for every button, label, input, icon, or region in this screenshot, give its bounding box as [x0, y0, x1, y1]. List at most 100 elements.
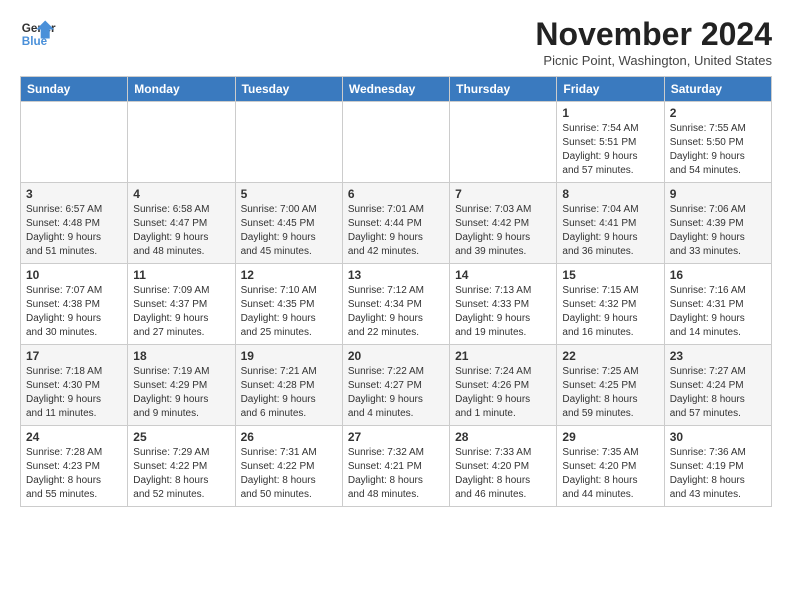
cell-w4-d7: 23Sunrise: 7:27 AM Sunset: 4:24 PM Dayli…: [664, 345, 771, 426]
day-number: 20: [348, 349, 444, 363]
day-detail: Sunrise: 7:25 AM Sunset: 4:25 PM Dayligh…: [562, 365, 658, 421]
col-monday: Monday: [128, 77, 235, 102]
day-detail: Sunrise: 7:16 AM Sunset: 4:31 PM Dayligh…: [670, 284, 766, 340]
week-row-3: 10Sunrise: 7:07 AM Sunset: 4:38 PM Dayli…: [21, 264, 772, 345]
day-number: 15: [562, 268, 658, 282]
day-number: 18: [133, 349, 229, 363]
cell-w2-d7: 9 Sunrise: 7:06 AM Sunset: 4:39 PM Daylig…: [664, 183, 771, 264]
cell-w4-d1: 17 Sunrise: 7:18 AM Sunset: 4:30 PM Dayli…: [21, 345, 128, 426]
cell-w4-d5: 21 Sunrise: 7:24 AM Sunset: 4:26 PM Dayli…: [450, 345, 557, 426]
cell-w1-d4: [342, 102, 449, 183]
day-detail: Sunrise: 7:00 AM Sunset: 4:45 PM Dayligh…: [241, 203, 337, 259]
week-row-5: 24 Sunrise: 7:28 AM Sunset: 4:23 PM Dayli…: [21, 426, 772, 507]
cell-w4-d2: 18 Sunrise: 7:19 AM Sunset: 4:29 PM Dayli…: [128, 345, 235, 426]
day-number: 12: [241, 268, 337, 282]
day-number: 3: [26, 187, 122, 201]
cell-w1-d2: [128, 102, 235, 183]
day-detail: Sunrise: 7:36 AM Sunset: 4:19 PM Dayligh…: [670, 446, 766, 502]
day-number: 26: [241, 430, 337, 444]
cell-w4-d6: 22 Sunrise: 7:25 AM Sunset: 4:25 PM Dayli…: [557, 345, 664, 426]
day-detail: Sunrise: 7:13 AM Sunset: 4:33 PM Dayligh…: [455, 284, 551, 340]
cell-w2-d5: 7 Sunrise: 7:03 AM Sunset: 4:42 PM Daylig…: [450, 183, 557, 264]
day-number: 17: [26, 349, 122, 363]
day-detail: Sunrise: 7:31 AM Sunset: 4:22 PM Dayligh…: [241, 446, 337, 502]
day-number: 5: [241, 187, 337, 201]
header-row: Sunday Monday Tuesday Wednesday Thursday…: [21, 77, 772, 102]
calendar-table: Sunday Monday Tuesday Wednesday Thursday…: [20, 76, 772, 507]
title-area: November 2024 Picnic Point, Washington, …: [535, 16, 772, 68]
col-wednesday: Wednesday: [342, 77, 449, 102]
day-number: 1: [562, 106, 658, 120]
cell-w3-d2: 11 Sunrise: 7:09 AM Sunset: 4:37 PM Dayli…: [128, 264, 235, 345]
month-title: November 2024: [535, 16, 772, 53]
day-detail: Sunrise: 7:29 AM Sunset: 4:22 PM Dayligh…: [133, 446, 229, 502]
week-row-2: 3 Sunrise: 6:57 AM Sunset: 4:48 PM Daylig…: [21, 183, 772, 264]
day-number: 24: [26, 430, 122, 444]
cell-w5-d1: 24 Sunrise: 7:28 AM Sunset: 4:23 PM Dayli…: [21, 426, 128, 507]
cell-w2-d4: 6 Sunrise: 7:01 AM Sunset: 4:44 PM Daylig…: [342, 183, 449, 264]
day-detail: Sunrise: 7:15 AM Sunset: 4:32 PM Dayligh…: [562, 284, 658, 340]
day-number: 29: [562, 430, 658, 444]
day-number: 2: [670, 106, 766, 120]
day-number: 8: [562, 187, 658, 201]
day-detail: Sunrise: 7:55 AM Sunset: 5:50 PM Dayligh…: [670, 122, 766, 178]
cell-w2-d1: 3 Sunrise: 6:57 AM Sunset: 4:48 PM Daylig…: [21, 183, 128, 264]
day-number: 21: [455, 349, 551, 363]
page: General Blue November 2024 Picnic Point,…: [0, 0, 792, 517]
day-detail: Sunrise: 7:33 AM Sunset: 4:20 PM Dayligh…: [455, 446, 551, 502]
day-number: 22: [562, 349, 658, 363]
cell-w3-d3: 12 Sunrise: 7:10 AM Sunset: 4:35 PM Dayli…: [235, 264, 342, 345]
cell-w5-d5: 28 Sunrise: 7:33 AM Sunset: 4:20 PM Dayli…: [450, 426, 557, 507]
day-detail: Sunrise: 7:19 AM Sunset: 4:29 PM Dayligh…: [133, 365, 229, 421]
cell-w2-d3: 5 Sunrise: 7:00 AM Sunset: 4:45 PM Daylig…: [235, 183, 342, 264]
week-row-4: 17 Sunrise: 7:18 AM Sunset: 4:30 PM Dayli…: [21, 345, 772, 426]
day-number: 6: [348, 187, 444, 201]
location: Picnic Point, Washington, United States: [535, 53, 772, 68]
day-detail: Sunrise: 7:09 AM Sunset: 4:37 PM Dayligh…: [133, 284, 229, 340]
logo: General Blue: [20, 16, 56, 52]
cell-w1-d7: 2 Sunrise: 7:55 AM Sunset: 5:50 PM Daylig…: [664, 102, 771, 183]
day-detail: Sunrise: 7:22 AM Sunset: 4:27 PM Dayligh…: [348, 365, 444, 421]
day-number: 28: [455, 430, 551, 444]
cell-w5-d4: 27Sunrise: 7:32 AM Sunset: 4:21 PM Dayli…: [342, 426, 449, 507]
week-row-1: 1Sunrise: 7:54 AM Sunset: 5:51 PM Daylig…: [21, 102, 772, 183]
day-number: 11: [133, 268, 229, 282]
day-number: 25: [133, 430, 229, 444]
day-number: 14: [455, 268, 551, 282]
day-number: 9: [670, 187, 766, 201]
col-friday: Friday: [557, 77, 664, 102]
cell-w1-d6: 1Sunrise: 7:54 AM Sunset: 5:51 PM Daylig…: [557, 102, 664, 183]
header: General Blue November 2024 Picnic Point,…: [20, 16, 772, 68]
col-tuesday: Tuesday: [235, 77, 342, 102]
cell-w3-d5: 14 Sunrise: 7:13 AM Sunset: 4:33 PM Dayli…: [450, 264, 557, 345]
cell-w5-d2: 25 Sunrise: 7:29 AM Sunset: 4:22 PM Dayli…: [128, 426, 235, 507]
day-detail: Sunrise: 7:18 AM Sunset: 4:30 PM Dayligh…: [26, 365, 122, 421]
day-detail: Sunrise: 7:06 AM Sunset: 4:39 PM Dayligh…: [670, 203, 766, 259]
day-detail: Sunrise: 7:24 AM Sunset: 4:26 PM Dayligh…: [455, 365, 551, 421]
day-number: 13: [348, 268, 444, 282]
day-detail: Sunrise: 7:01 AM Sunset: 4:44 PM Dayligh…: [348, 203, 444, 259]
col-saturday: Saturday: [664, 77, 771, 102]
day-detail: Sunrise: 7:28 AM Sunset: 4:23 PM Dayligh…: [26, 446, 122, 502]
cell-w4-d4: 20 Sunrise: 7:22 AM Sunset: 4:27 PM Dayli…: [342, 345, 449, 426]
cell-w3-d6: 15 Sunrise: 7:15 AM Sunset: 4:32 PM Dayli…: [557, 264, 664, 345]
cell-w2-d6: 8Sunrise: 7:04 AM Sunset: 4:41 PM Daylig…: [557, 183, 664, 264]
day-number: 27: [348, 430, 444, 444]
cell-w1-d1: [21, 102, 128, 183]
logo-icon: General Blue: [20, 16, 56, 52]
day-number: 4: [133, 187, 229, 201]
day-detail: Sunrise: 7:35 AM Sunset: 4:20 PM Dayligh…: [562, 446, 658, 502]
day-detail: Sunrise: 6:58 AM Sunset: 4:47 PM Dayligh…: [133, 203, 229, 259]
day-detail: Sunrise: 7:21 AM Sunset: 4:28 PM Dayligh…: [241, 365, 337, 421]
cell-w3-d4: 13Sunrise: 7:12 AM Sunset: 4:34 PM Dayli…: [342, 264, 449, 345]
cell-w1-d3: [235, 102, 342, 183]
cell-w5-d6: 29 Sunrise: 7:35 AM Sunset: 4:20 PM Dayli…: [557, 426, 664, 507]
day-number: 7: [455, 187, 551, 201]
cell-w2-d2: 4 Sunrise: 6:58 AM Sunset: 4:47 PM Daylig…: [128, 183, 235, 264]
day-detail: Sunrise: 6:57 AM Sunset: 4:48 PM Dayligh…: [26, 203, 122, 259]
day-detail: Sunrise: 7:03 AM Sunset: 4:42 PM Dayligh…: [455, 203, 551, 259]
cell-w1-d5: [450, 102, 557, 183]
col-sunday: Sunday: [21, 77, 128, 102]
day-detail: Sunrise: 7:10 AM Sunset: 4:35 PM Dayligh…: [241, 284, 337, 340]
day-detail: Sunrise: 7:27 AM Sunset: 4:24 PM Dayligh…: [670, 365, 766, 421]
